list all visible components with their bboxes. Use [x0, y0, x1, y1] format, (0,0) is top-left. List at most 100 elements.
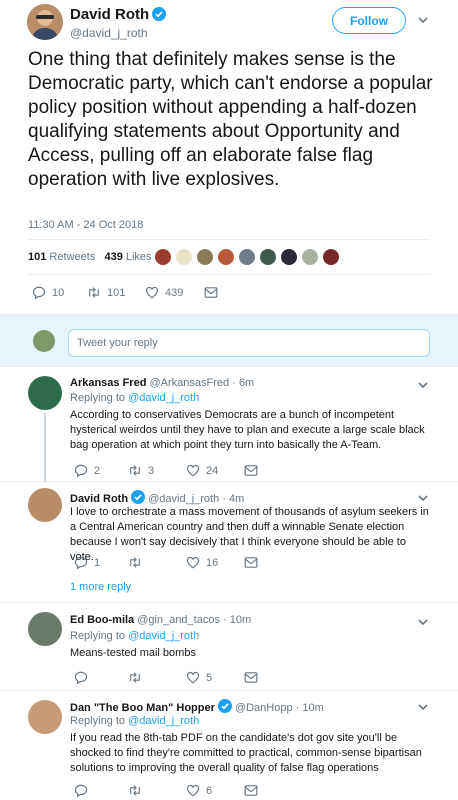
avatar[interactable]	[196, 248, 214, 266]
reply-time[interactable]: 4m	[229, 493, 244, 505]
avatar[interactable]	[217, 248, 235, 266]
divider	[28, 239, 430, 240]
retweet-action[interactable]	[128, 556, 148, 569]
avatar[interactable]	[28, 612, 62, 646]
retweet-icon	[128, 464, 142, 477]
replying-to: Replying to @david_j_roth	[70, 630, 200, 642]
retweet-action[interactable]: 101	[87, 286, 125, 299]
retweet-icon	[128, 556, 142, 569]
mention-link[interactable]: @david_j_roth	[128, 630, 199, 642]
reply-tweet[interactable]: Dan "The Boo Man" Hopper @DanHopp · 10m …	[0, 691, 458, 800]
reply-tweet[interactable]: Ed Boo-mila @gin_and_tacos · 10m Replyin…	[0, 603, 458, 691]
thread-line	[44, 413, 46, 482]
heart-icon	[186, 784, 200, 797]
reply-composer	[0, 314, 458, 367]
avatar[interactable]	[259, 248, 277, 266]
tweet-timestamp[interactable]: 11:30 AM - 24 Oct 2018	[28, 219, 143, 231]
envelope-icon	[244, 556, 258, 569]
verified-badge-icon	[131, 490, 145, 504]
divider	[28, 274, 430, 275]
reply-author-handle[interactable]: @ArkansasFred	[150, 377, 230, 389]
reply-time[interactable]: 10m	[302, 702, 323, 714]
mention-link[interactable]: @david_j_roth	[128, 392, 199, 404]
message-action[interactable]	[204, 286, 224, 299]
reply-author-name[interactable]: Dan "The Boo Man" Hopper	[70, 702, 215, 714]
reply-icon	[74, 556, 88, 569]
heart-icon	[186, 556, 200, 569]
reply-action[interactable]: 2	[74, 464, 100, 477]
reply-icon	[32, 286, 46, 299]
author-avatar[interactable]	[27, 4, 63, 40]
reply-input[interactable]	[68, 329, 430, 357]
tweet-actions: 10 101 439	[32, 286, 282, 300]
reply-action[interactable]	[74, 784, 94, 797]
likes-stat[interactable]: 439 Likes	[104, 251, 151, 263]
author-avatar[interactable]	[28, 488, 62, 522]
reply-author-handle[interactable]: @david_j_roth	[148, 493, 219, 505]
more-replies-link[interactable]: 1 more reply	[70, 581, 131, 593]
retweet-action[interactable]	[128, 784, 148, 797]
heart-icon	[145, 286, 159, 299]
retweet-icon	[87, 286, 101, 299]
message-action[interactable]	[244, 556, 264, 569]
like-action[interactable]: 5	[186, 671, 212, 684]
like-action[interactable]: 439	[145, 286, 183, 299]
reply-author-name[interactable]: David Roth	[70, 493, 128, 505]
chevron-down-icon[interactable]	[418, 16, 428, 24]
heart-icon	[186, 464, 200, 477]
envelope-icon	[244, 671, 258, 684]
avatar[interactable]	[28, 376, 62, 410]
avatar[interactable]	[175, 248, 193, 266]
message-action[interactable]	[244, 464, 264, 477]
message-action[interactable]	[244, 784, 264, 797]
retweet-action[interactable]: 3	[128, 464, 154, 477]
reply-author-handle[interactable]: @DanHopp	[235, 702, 293, 714]
heart-icon	[186, 671, 200, 684]
like-action[interactable]: 6	[186, 784, 212, 797]
chevron-down-icon[interactable]	[418, 494, 428, 502]
reply-time[interactable]: 6m	[239, 377, 254, 389]
like-action[interactable]: 24	[186, 464, 218, 477]
avatar[interactable]	[322, 248, 340, 266]
reply-author-name[interactable]: Arkansas Fred	[70, 377, 146, 389]
envelope-icon	[244, 784, 258, 797]
retweets-stat[interactable]: 101 Retweets	[28, 251, 95, 263]
verified-badge-icon	[152, 7, 166, 21]
chevron-down-icon[interactable]	[418, 703, 428, 711]
avatar[interactable]	[280, 248, 298, 266]
avatar[interactable]	[154, 248, 172, 266]
message-action[interactable]	[244, 671, 264, 684]
chevron-down-icon[interactable]	[418, 618, 428, 626]
chevron-down-icon[interactable]	[418, 381, 428, 389]
like-action[interactable]: 16	[186, 556, 218, 569]
reply-action[interactable]: 10	[32, 286, 64, 299]
retweet-action[interactable]	[128, 671, 148, 684]
mention-link[interactable]: @david_j_roth	[128, 715, 199, 727]
reply-actions: 5	[74, 671, 334, 685]
reply-icon	[74, 784, 88, 797]
verified-badge-icon	[218, 699, 232, 713]
avatar[interactable]	[301, 248, 319, 266]
reply-header: Ed Boo-mila @gin_and_tacos · 10m	[70, 614, 252, 626]
reply-actions: 1 16	[74, 556, 334, 570]
replying-to: Replying to @david_j_roth	[70, 392, 200, 404]
retweet-icon	[128, 671, 142, 684]
reply-tweet[interactable]: David Roth @david_j_roth · 4m I love to …	[0, 482, 458, 603]
replying-to: Replying to @david_j_roth	[70, 715, 200, 727]
reply-actions: 6	[74, 784, 334, 798]
author-handle[interactable]: @david_j_roth	[70, 26, 148, 40]
reply-tweet[interactable]: Arkansas Fred @ArkansasFred · 6m Replyin…	[0, 367, 458, 482]
reply-author-handle[interactable]: @gin_and_tacos	[137, 614, 220, 626]
reply-author-name[interactable]: Ed Boo-mila	[70, 614, 134, 626]
reply-header: Arkansas Fred @ArkansasFred · 6m	[70, 377, 255, 389]
avatar[interactable]	[238, 248, 256, 266]
reply-action[interactable]	[74, 671, 94, 684]
reply-time[interactable]: 10m	[230, 614, 251, 626]
reply-icon	[74, 464, 88, 477]
reply-action[interactable]: 1	[74, 556, 100, 569]
avatar[interactable]	[28, 700, 62, 734]
reply-text: Means-tested mail bombs	[70, 647, 196, 659]
envelope-icon	[244, 464, 258, 477]
author-name[interactable]: David Roth	[70, 6, 166, 23]
follow-button[interactable]: Follow	[332, 7, 406, 34]
